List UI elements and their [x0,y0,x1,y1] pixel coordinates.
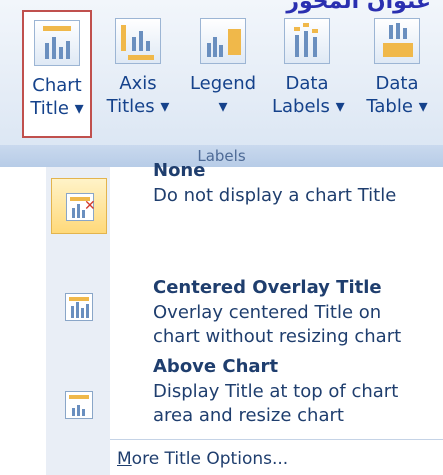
chart-title-label-2: Title ▾ [30,98,84,119]
menu-separator [110,439,443,440]
data-labels-button[interactable]: Data Labels ▾ [272,10,345,138]
legend-label-1: Legend [189,73,257,94]
chart-title-label-1: Chart [32,75,82,96]
axis-titles-label-2: Titles ▾ [106,96,170,117]
chart-title-button[interactable]: Chart Title ▾ [22,10,92,138]
legend-icon [200,18,246,64]
legend-label-2: ▾ [218,96,228,117]
data-table-button[interactable]: Data Table ▾ [362,10,432,138]
menu-item-centered-overlay-title-title: Centered Overlay Title [153,277,382,298]
menu-item-none-title: None [153,160,206,181]
data-table-icon [374,18,420,64]
axis-titles-button[interactable]: Axis Titles ▾ [103,10,173,138]
axis-titles-label-1: Axis [119,73,157,94]
data-labels-icon [284,18,330,64]
centered-overlay-title-icon [51,279,107,335]
legend-button[interactable]: Legend ▾ [188,10,258,138]
menu-item-above-chart-desc1: Display Title at top of chart [153,381,399,402]
data-table-label-2: Table ▾ [366,96,428,117]
more-title-options-accelerator: M [117,449,132,469]
menu-item-above-chart-desc2: area and resize chart [153,405,344,426]
above-chart-title-icon [51,377,107,433]
more-title-options-item[interactable]: More Title Options... [117,449,288,469]
menu-item-above-chart[interactable]: Above Chart Display Title at top of char… [46,356,443,447]
menu-item-centered-overlay-title-desc1: Overlay centered Title on [153,302,382,323]
data-labels-label-1: Data [285,73,329,94]
menu-item-centered-overlay-title-desc2: chart without resizing chart [153,326,402,347]
group-label: Labels [0,145,443,167]
more-title-options-label: ore Title Options... [131,449,289,469]
axis-titles-icon [115,18,161,64]
data-labels-label-2: Labels ▾ [272,96,345,117]
menu-item-none[interactable]: ✕ None Do not display a chart Title [46,160,443,277]
menu-item-none-desc: Do not display a chart Title [153,185,397,206]
menu-item-above-chart-title: Above Chart [153,356,279,377]
ribbon-labels-group: عنوان المحور Chart Title ▾ Axis Titles ▾ [0,0,443,162]
chart-title-icon [34,20,80,66]
data-table-label-1: Data [375,73,419,94]
no-title-icon: ✕ [51,178,107,234]
chart-title-dropdown-menu: ✕ None Do not display a chart Title Cent… [46,160,443,475]
